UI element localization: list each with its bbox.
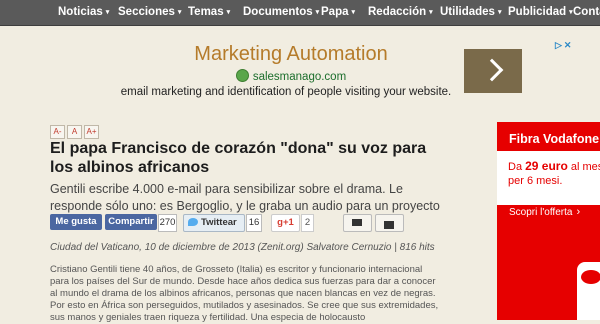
tweet-button[interactable]: Twittear <box>183 214 245 232</box>
nav-item-label: Temas <box>188 6 224 18</box>
font-normal-button[interactable]: A <box>67 125 82 139</box>
tweet-label: Twittear <box>201 217 237 228</box>
font-smaller-button[interactable]: A- <box>50 125 65 139</box>
vodafone-cta-link[interactable]: Scopri l'offerta › <box>509 206 580 218</box>
chevron-down-icon: ▾ <box>497 9 502 16</box>
envelope-icon <box>352 219 362 226</box>
article-subtitle: Gentili escribe 4.000 e-mail para sensib… <box>50 182 440 213</box>
ad-arrow-button[interactable] <box>464 49 522 93</box>
nav-item-label: Utilidades <box>440 6 495 18</box>
ad-title[interactable]: Marketing Automation <box>106 43 476 66</box>
offer-suffix: al mes <box>567 161 600 173</box>
font-size-controls: A- A A+ <box>50 121 101 139</box>
article-title: El papa Francisco de corazón "dona" su v… <box>50 140 427 176</box>
ad-url-line[interactable]: salesmanago.com <box>106 69 476 83</box>
google-plus-button[interactable]: g+1 <box>271 214 300 232</box>
ad-choices-icon[interactable]: ▷ <box>555 40 562 50</box>
nav-item-label: Papa <box>321 6 349 18</box>
nav-item-label: Noticias <box>58 6 103 18</box>
chevron-down-icon: ▾ <box>429 9 433 16</box>
ad-description: email marketing and identification of pe… <box>120 86 452 98</box>
cta-label: Scopri l'offerta <box>509 207 573 218</box>
email-button[interactable] <box>343 214 372 232</box>
tweet-count: 16 <box>246 214 262 232</box>
nav-item-secciones[interactable]: Secciones ▾ <box>118 0 181 25</box>
facebook-count: 270 <box>158 214 177 232</box>
chevron-down-icon: ▾ <box>351 9 356 16</box>
nav-item-label: Documentos <box>243 6 313 18</box>
vodafone-offer-box: Da 29 euro al mes per 6 mesi. <box>497 151 600 205</box>
article-dateline: Ciudad del Vaticano, 10 de diciembre de … <box>50 242 435 253</box>
nav-item-label: Publicidad <box>508 6 567 18</box>
offer-line2: per 6 mesi. <box>508 175 563 187</box>
nav-item-label: Redacción <box>368 6 427 18</box>
nav-item-utilidades[interactable]: Utilidades ▾ <box>440 0 501 25</box>
close-icon[interactable]: ✕ <box>564 40 572 50</box>
ad-url[interactable]: salesmanago.com <box>253 71 346 83</box>
nav-item-label: Secciones <box>118 6 175 18</box>
chevron-right-icon: › <box>576 206 581 218</box>
nav-item-label: Conta <box>573 6 600 18</box>
nav-item-papa[interactable]: Papa ▾ <box>321 0 355 25</box>
nav-item-temas[interactable]: Temas ▾ <box>188 0 230 25</box>
article-body: Cristiano Gentili tiene 40 años, de Gros… <box>50 264 439 323</box>
offer-price: 29 euro <box>525 159 568 173</box>
chevron-down-icon: ▾ <box>226 9 231 16</box>
facebook-share-button[interactable]: Compartir <box>105 214 157 230</box>
vodafone-logo-icon <box>581 270 600 284</box>
print-button[interactable] <box>375 214 404 232</box>
nav-item-noticias[interactable]: Noticias ▾ <box>58 0 109 25</box>
ad-choices[interactable]: ▷ ✕ <box>555 40 571 51</box>
salesmanago-logo-icon <box>235 69 249 82</box>
fb-like-label: Me gusta <box>55 216 97 227</box>
marketing-automation-ad[interactable]: Marketing Automation salesmanago.com ema… <box>96 38 576 106</box>
nav-item-documentos[interactable]: Documentos ▾ <box>243 0 319 25</box>
twitter-bird-icon <box>188 218 198 226</box>
top-nav-bar: Noticias ▾ Secciones ▾ Temas ▾ Documentos ▾ Papa… <box>0 0 600 26</box>
printer-icon <box>384 219 394 229</box>
google-plus-count: 2 <box>301 214 314 232</box>
chevron-down-icon: ▾ <box>177 9 182 16</box>
vodafone-offer-text: Da 29 euro al mes per 6 mesi. <box>508 159 600 188</box>
facebook-like-button[interactable]: Me gusta <box>50 214 102 230</box>
chevron-down-icon: ▾ <box>105 9 110 16</box>
offer-prefix: Da <box>508 161 526 173</box>
vodafone-ad[interactable]: Fibra Vodafone Da 29 euro al mes per 6 m… <box>497 122 600 320</box>
vodafone-router-image <box>577 262 600 320</box>
vodafone-ad-title: Fibra Vodafone <box>509 132 600 146</box>
chevron-right-icon <box>480 58 504 82</box>
nav-item-conta[interactable]: Conta <box>573 0 600 25</box>
font-larger-button[interactable]: A+ <box>84 125 99 139</box>
nav-item-redacción[interactable]: Redacción ▾ <box>368 0 433 25</box>
chevron-down-icon: ▾ <box>315 9 320 16</box>
nav-item-publicidad[interactable]: Publicidad ▾ <box>508 0 573 25</box>
